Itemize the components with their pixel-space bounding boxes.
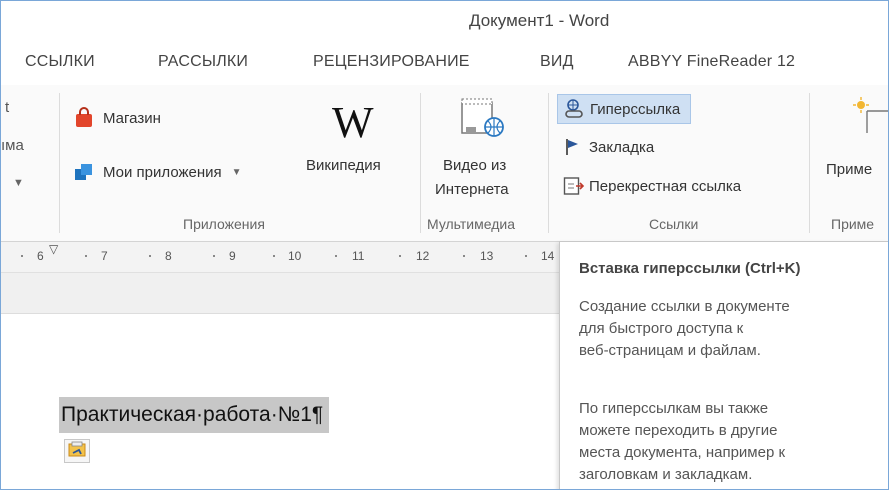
group-separator bbox=[809, 93, 810, 233]
hyperlink-label: Гиперссылка bbox=[590, 100, 681, 118]
tooltip-paragraph-1: Создание ссылки в документе для быстрого… bbox=[579, 296, 879, 362]
ruler-tick bbox=[525, 255, 527, 257]
document-heading[interactable]: Практическая·работа·№1¶ bbox=[59, 397, 330, 433]
partial-dropdown-icon[interactable]: ▼ bbox=[13, 177, 24, 189]
ribbon-tabs: ССЫЛКИ РАССЫЛКИ РЕЦЕНЗИРОВАНИЕ ВИД ABBYY… bbox=[1, 45, 888, 81]
ruler-tick bbox=[85, 255, 87, 257]
page-gap bbox=[1, 273, 561, 314]
online-video-label-2: Интернета bbox=[435, 181, 509, 198]
ruler-number: 7 bbox=[101, 249, 108, 263]
tab-review[interactable]: РЕЦЕНЗИРОВАНИЕ bbox=[313, 53, 470, 71]
ruler-number: 8 bbox=[165, 249, 172, 263]
ruler-number: 13 bbox=[480, 249, 494, 263]
my-apps-dropdown-icon[interactable]: ▼ bbox=[232, 167, 242, 178]
tab-abbyy[interactable]: ABBYY FineReader 12 bbox=[628, 53, 795, 71]
hyperlink-icon bbox=[565, 99, 583, 118]
ruler-number: 9 bbox=[229, 249, 236, 263]
tooltip-line: можете переходить в другие bbox=[579, 422, 778, 439]
wikipedia-label: Википедия bbox=[306, 157, 381, 174]
ruler-number: 6 bbox=[37, 249, 44, 263]
group-separator bbox=[420, 93, 421, 233]
ruler-tick bbox=[273, 255, 275, 257]
cross-reference-label: Перекрестная ссылка bbox=[589, 177, 742, 195]
tooltip-line: для быстрого доступа к bbox=[579, 320, 744, 337]
my-apps-button[interactable]: Мои приложения ▼ bbox=[73, 161, 242, 183]
tab-view[interactable]: ВИД bbox=[540, 53, 574, 71]
online-video-label-1: Видео из bbox=[443, 157, 507, 174]
bookmark-flag-icon bbox=[566, 139, 578, 155]
media-group-label: Мультимедиа bbox=[427, 216, 515, 232]
ruler-number: 14 bbox=[541, 249, 555, 263]
tooltip-line: Создание ссылки в документе bbox=[579, 298, 790, 315]
cross-reference-button[interactable]: Перекрестная ссылка bbox=[563, 175, 741, 197]
my-apps-icon bbox=[75, 164, 92, 180]
online-video-icon bbox=[461, 98, 504, 137]
group-separator bbox=[59, 93, 60, 233]
tooltip-title: Вставка гиперссылки (Ctrl+K) bbox=[579, 260, 801, 277]
paste-options-icon[interactable] bbox=[64, 439, 90, 463]
ruler-number: 10 bbox=[288, 249, 302, 263]
bookmark-label: Закладка bbox=[589, 138, 655, 156]
cross-reference-icon bbox=[563, 177, 585, 195]
bookmark-button[interactable]: Закладка bbox=[563, 137, 654, 157]
horizontal-ruler[interactable]: ▽ 6 7 8 9 10 11 12 13 14 bbox=[1, 242, 561, 273]
wikipedia-icon: W bbox=[332, 98, 374, 147]
clipboard-icon bbox=[68, 441, 86, 457]
hyperlink-tooltip: Вставка гиперссылки (Ctrl+K) Создание сс… bbox=[559, 241, 888, 489]
tooltip-paragraph-2: По гиперссылкам вы также можете переходи… bbox=[579, 398, 879, 486]
tooltip-line: По гиперссылкам вы также bbox=[579, 400, 769, 417]
my-apps-label: Мои приложения bbox=[103, 163, 222, 181]
window-title: Документ1 - Word bbox=[469, 11, 610, 30]
online-video-button[interactable]: Видео из Интернета bbox=[431, 93, 541, 208]
ruler-tick bbox=[335, 255, 337, 257]
wikipedia-button[interactable]: W Википедия bbox=[303, 95, 407, 195]
tooltip-line: места документа, например к bbox=[579, 444, 786, 461]
ruler-tick bbox=[213, 255, 215, 257]
word-window: Документ1 - Word ССЫЛКИ РАССЫЛКИ РЕЦЕНЗИ… bbox=[0, 0, 889, 490]
tooltip-line: заголовкам и закладкам. bbox=[579, 466, 753, 483]
indent-marker-icon[interactable]: ▽ bbox=[49, 242, 58, 256]
tab-references[interactable]: ССЫЛКИ bbox=[25, 53, 95, 71]
tab-mailings[interactable]: РАССЫЛКИ bbox=[158, 53, 248, 71]
partial-command-2[interactable]: ıма bbox=[1, 137, 24, 154]
links-group-label: Ссылки bbox=[649, 216, 699, 232]
ruler-number: 11 bbox=[352, 249, 365, 263]
apps-group-label: Приложения bbox=[183, 216, 265, 232]
ruler-tick bbox=[21, 255, 23, 257]
ruler-tick bbox=[149, 255, 151, 257]
title-bar: Документ1 - Word bbox=[1, 1, 888, 41]
partial-command-1[interactable]: t bbox=[5, 99, 9, 116]
ruler-tick bbox=[463, 255, 465, 257]
hyperlink-button[interactable]: Гиперссылка bbox=[557, 94, 692, 124]
store-button[interactable]: Магазин bbox=[73, 107, 161, 129]
store-label: Магазин bbox=[103, 109, 161, 127]
store-icon bbox=[76, 107, 92, 127]
comment-icon bbox=[853, 97, 888, 133]
notes-group-label: Приме bbox=[831, 216, 875, 232]
tooltip-line: веб-страницам и файлам. bbox=[579, 342, 761, 359]
notes-command-label[interactable]: Приме bbox=[826, 161, 872, 178]
ruler-number: 12 bbox=[416, 249, 430, 263]
group-separator bbox=[548, 93, 549, 233]
ruler-tick bbox=[399, 255, 401, 257]
ribbon: t ıма ▼ Магазин Мои приложения ▼ W Викип… bbox=[1, 85, 888, 242]
